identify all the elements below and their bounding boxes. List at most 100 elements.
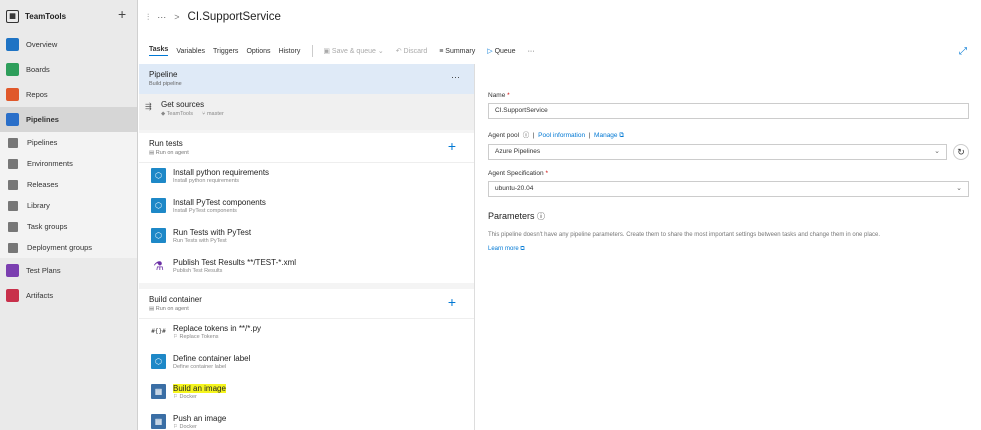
nav-sub-label: Task groups: [27, 222, 68, 231]
pipeline-title: Pipeline: [149, 70, 178, 79]
info-icon[interactable]: ⓘ: [523, 132, 530, 139]
pipelines-submenu: Pipelines Environments Releases Library …: [0, 132, 137, 258]
page-header: ⫶ ··· > CI.SupportService: [139, 0, 981, 34]
nav-artifacts[interactable]: Artifacts: [0, 283, 137, 308]
task-subtitle-text: Docker: [179, 394, 197, 400]
replace-tokens-icon: #{}#: [151, 324, 166, 339]
nav-overview-label: Overview: [26, 40, 58, 49]
repos-icon: [6, 88, 19, 101]
nav-sub-environments[interactable]: Environments: [0, 153, 137, 174]
manage-link[interactable]: Manage: [594, 132, 618, 139]
task-list: Pipeline Build pipeline ··· ⇶ Get source…: [139, 64, 475, 430]
task-title: Define container label: [173, 354, 251, 363]
chevron-down-icon: ⌄: [934, 148, 940, 155]
task-item-selected[interactable]: ▦ Build an image ⚐ Docker: [139, 379, 474, 409]
task-subtitle: Define container label: [173, 364, 227, 370]
nav-sub-releases[interactable]: Releases: [0, 174, 137, 195]
expand-icon[interactable]: ⤢: [959, 46, 967, 57]
phase-subtitle: ▤ Run on agent: [149, 150, 464, 156]
nav-overview[interactable]: Overview: [0, 32, 137, 57]
queue-label: Queue: [494, 47, 516, 55]
task-cube-icon: ⬡: [151, 354, 166, 369]
phase-subtitle: ▤ Run on agent: [149, 306, 464, 312]
task-cube-icon: ⬡: [151, 228, 166, 243]
add-task-button[interactable]: +: [448, 138, 456, 154]
queue-button[interactable]: ▷ Queue: [487, 47, 516, 56]
tab-variables[interactable]: Variables: [176, 48, 205, 55]
test-plans-icon: [6, 264, 19, 277]
summary-button[interactable]: ≡ Summary: [439, 48, 475, 55]
task-item[interactable]: ⬡ Install PyTest components Install PyTest…: [139, 193, 474, 223]
pool-information-link[interactable]: Pool information: [538, 132, 585, 139]
task-item[interactable]: ⬡ Define container label Define container …: [139, 349, 474, 379]
add-icon[interactable]: +: [118, 6, 126, 22]
docker-icon: ▦: [151, 384, 166, 399]
nav-sub-library[interactable]: Library: [0, 195, 137, 216]
nav-sub-deployment-groups[interactable]: Deployment groups: [0, 237, 137, 258]
tab-options[interactable]: Options: [246, 48, 270, 55]
task-subtitle-text: Docker: [179, 424, 197, 430]
name-input[interactable]: CI.SupportService: [488, 103, 969, 119]
task-title: Run Tests with PyTest: [173, 228, 252, 237]
agent-pool-select[interactable]: Azure Pipelines ⌄: [488, 144, 947, 160]
nav-sub-task-groups[interactable]: Task groups: [0, 216, 137, 237]
nav-boards[interactable]: Boards: [0, 57, 137, 82]
task-item[interactable]: ⬡ Install python requirements Install pyth…: [139, 163, 474, 193]
get-sources-node[interactable]: ⇶ Get sources ◆ TeamTools ⑂ master: [139, 94, 474, 130]
breadcrumb-more[interactable]: ···: [157, 12, 166, 22]
task-title: Install python requirements: [173, 168, 270, 177]
phase-header[interactable]: Build container ▤ Run on agent +: [139, 289, 474, 319]
undo-icon: ↶: [395, 48, 404, 55]
agent-spec-value: ubuntu-20.04: [495, 185, 534, 192]
learn-more-link[interactable]: Learn more ⧉: [488, 246, 969, 253]
left-navigation: ▦ TeamTools + Overview Boards Repos Pipe…: [0, 0, 138, 430]
nav-test-plans[interactable]: Test Plans: [0, 258, 137, 283]
overview-icon: [6, 38, 19, 51]
task-title: Replace tokens in **/*.py: [173, 324, 262, 333]
org-header[interactable]: ▦ TeamTools +: [0, 0, 137, 32]
parameters-title: Parameters: [488, 211, 535, 221]
releases-icon: [8, 179, 18, 190]
task-title: Push an image: [173, 414, 227, 423]
nav-artifacts-label: Artifacts: [26, 291, 54, 300]
flask-icon: ⚗: [151, 258, 166, 273]
nav-test-plans-label: Test Plans: [26, 266, 61, 275]
tab-tasks[interactable]: Tasks: [149, 46, 169, 56]
task-subtitle: Install python requirements: [173, 178, 240, 184]
boards-icon: [6, 63, 19, 76]
phase-header[interactable]: Run tests ▤ Run on agent +: [139, 133, 474, 163]
pipeline-node[interactable]: Pipeline Build pipeline ···: [139, 64, 474, 94]
phase-subtitle-text: Run on agent: [155, 150, 189, 156]
more-actions-button[interactable]: ···: [528, 48, 535, 55]
task-item[interactable]: ⬡ Run Tests with PyTest Run Tests with PyT…: [139, 223, 474, 253]
save-queue-button[interactable]: ▣ Save & queue ⌄: [323, 47, 383, 56]
task-groups-icon: [8, 221, 18, 232]
pipeline-more-button[interactable]: ···: [451, 72, 460, 82]
nav-pipelines-label: Pipelines: [26, 115, 59, 124]
agent-pool-value: Azure Pipelines: [495, 148, 541, 155]
page-title: CI.SupportService: [187, 11, 281, 23]
nav-sub-label: Deployment groups: [27, 243, 93, 252]
agent-spec-label: Agent Specification *: [488, 170, 969, 177]
task-subtitle-text: Replace Tokens: [179, 334, 219, 340]
source-icon: ⇶: [145, 102, 152, 111]
nav-pipelines[interactable]: Pipelines: [0, 107, 137, 132]
task-subtitle: ⚐ Docker: [173, 394, 474, 400]
add-task-button[interactable]: +: [448, 294, 456, 310]
info-icon[interactable]: ⓘ: [537, 212, 545, 221]
task-item[interactable]: ⚗ Publish Test Results **/TEST-*.xml Publi…: [139, 253, 474, 283]
nav-repos[interactable]: Repos: [0, 82, 137, 107]
refresh-icon[interactable]: ↻: [953, 144, 969, 160]
task-cube-icon: ⬡: [151, 198, 166, 213]
discard-button[interactable]: ↶ Discard: [395, 47, 428, 56]
toolbar-divider: [312, 45, 314, 57]
agent-spec-select[interactable]: ubuntu-20.04 ⌄: [488, 181, 969, 197]
nav-sub-pipelines[interactable]: Pipelines: [0, 132, 137, 153]
task-subtitle: Install PyTest components: [173, 208, 237, 214]
tab-triggers[interactable]: Triggers: [213, 48, 238, 55]
docker-icon: ▦: [151, 414, 166, 429]
library-icon: [8, 200, 18, 211]
task-item[interactable]: ▦ Push an image ⚐ Docker: [139, 409, 474, 430]
task-item[interactable]: #{}# Replace tokens in **/*.py ⚐ Replace T…: [139, 319, 474, 349]
tab-history[interactable]: History: [279, 48, 301, 55]
